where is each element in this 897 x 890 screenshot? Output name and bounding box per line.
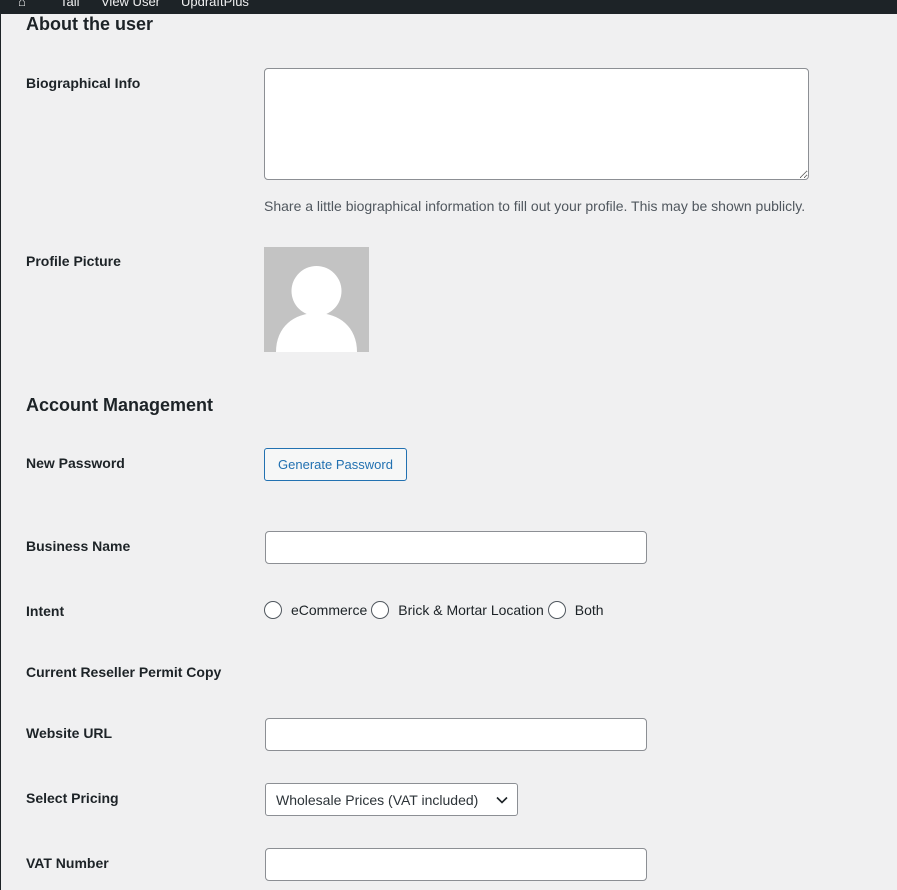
admin-bar-item-updraftplus[interactable]: UpdraftPlus bbox=[181, 0, 249, 9]
about-section-title: About the user bbox=[26, 14, 154, 34]
vat-number-input[interactable] bbox=[265, 848, 647, 881]
intent-label: Intent bbox=[26, 603, 65, 619]
generate-password-button[interactable]: Generate Password bbox=[264, 448, 407, 481]
intent-option-label: eCommerce bbox=[291, 602, 368, 618]
default-avatar-icon bbox=[264, 247, 369, 352]
admin-bar: ⌂ Tail View User UpdraftPlus bbox=[0, 0, 897, 14]
bio-description: Share a little biographical information … bbox=[264, 198, 806, 214]
intent-radio-group: eCommerce Brick & Mortar Location Both bbox=[264, 600, 608, 620]
website-url-input[interactable] bbox=[265, 718, 647, 751]
intent-option-label: Both bbox=[574, 602, 604, 618]
intent-option-label: Brick & Mortar Location bbox=[398, 602, 544, 618]
reseller-permit-label: Current Reseller Permit Copy bbox=[26, 664, 222, 680]
chevron-down-icon bbox=[496, 796, 508, 804]
pricing-select[interactable]: Wholesale Prices (VAT included) bbox=[265, 783, 518, 816]
account-section-title: Account Management bbox=[26, 395, 214, 415]
intent-radio-both[interactable] bbox=[547, 601, 566, 619]
business-name-label: Business Name bbox=[26, 538, 131, 554]
business-name-input[interactable] bbox=[265, 531, 647, 564]
intent-radio-brick-mortar[interactable] bbox=[371, 601, 390, 619]
intent-radio-ecommerce[interactable] bbox=[264, 601, 282, 619]
bio-textarea[interactable] bbox=[264, 68, 809, 180]
profile-picture-label: Profile Picture bbox=[26, 253, 121, 269]
vat-number-label: VAT Number bbox=[26, 855, 109, 871]
admin-menu-edge bbox=[0, 14, 1, 890]
pricing-select-value: Wholesale Prices (VAT included) bbox=[276, 791, 479, 808]
admin-bar-item-edit[interactable]: Tail bbox=[60, 0, 80, 9]
website-url-label: Website URL bbox=[26, 725, 113, 741]
new-password-label: New Password bbox=[26, 455, 125, 471]
admin-bar-item-view-user[interactable]: View User bbox=[101, 0, 160, 9]
select-pricing-label: Select Pricing bbox=[26, 790, 119, 806]
bio-label: Biographical Info bbox=[26, 75, 141, 91]
avatar-silhouette bbox=[276, 266, 357, 352]
admin-bar-home-icon[interactable]: ⌂ bbox=[18, 0, 26, 9]
